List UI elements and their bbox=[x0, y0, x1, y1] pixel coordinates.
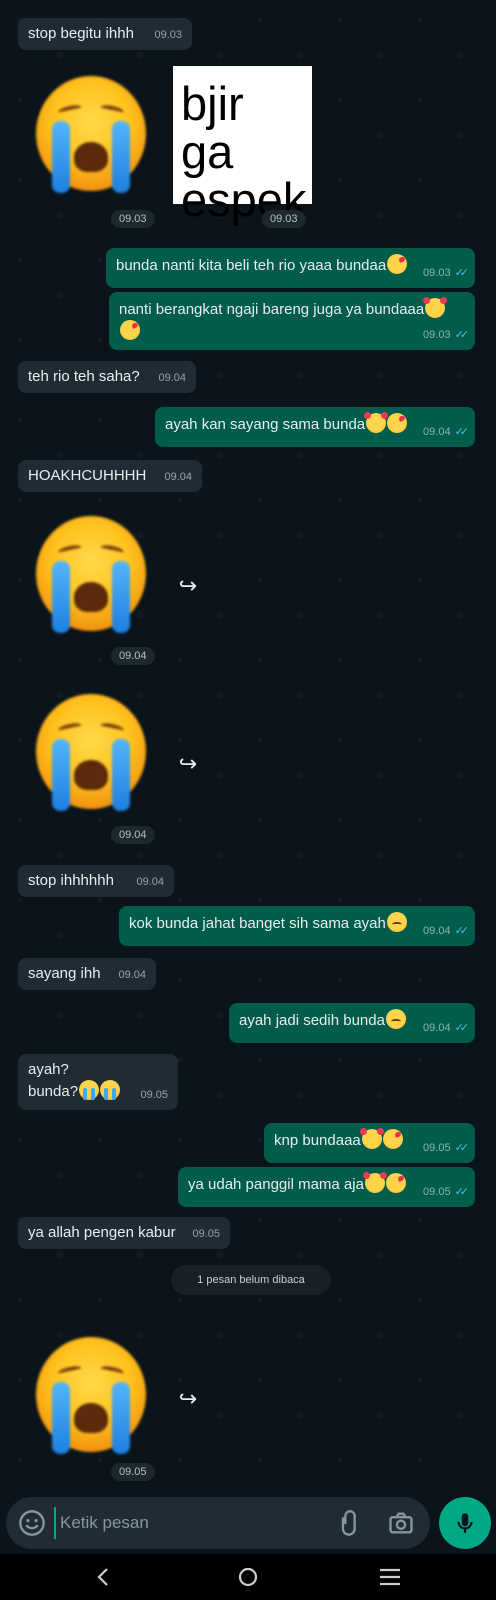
message-time: 09.04 bbox=[111, 826, 155, 844]
message-time: 09.04 bbox=[118, 969, 146, 981]
double-check-icon: ✓✓ bbox=[454, 925, 470, 937]
message-incoming[interactable]: stop ihhhhhh 09.04 bbox=[18, 865, 174, 897]
double-check-icon: ✓✓ bbox=[454, 1186, 470, 1198]
message-incoming[interactable]: sayang ihh 09.04 bbox=[18, 958, 156, 990]
message-time: 09.04 bbox=[423, 426, 451, 438]
message-time: 09.04 bbox=[111, 647, 155, 665]
message-time: 09.05 bbox=[192, 1228, 220, 1240]
forward-arrow-icon[interactable]: ↪ bbox=[173, 749, 203, 779]
emoji-icon[interactable] bbox=[18, 1509, 46, 1537]
message-time: 09.04 bbox=[136, 876, 164, 888]
message-time: 09.04 bbox=[423, 925, 451, 937]
kissing-emoji-icon bbox=[120, 320, 140, 340]
message-text: knp bundaaa bbox=[274, 1132, 361, 1149]
message-time: 09.04 bbox=[423, 1022, 451, 1034]
double-check-icon: ✓✓ bbox=[454, 1022, 470, 1034]
kissing-emoji-icon bbox=[387, 413, 408, 433]
message-outgoing[interactable]: kok bunda jahat banget sih sama ayah 09.… bbox=[119, 906, 475, 946]
message-incoming[interactable]: HOAKHCUHHHH 09.04 bbox=[18, 460, 202, 492]
message-text: teh rio teh saha? bbox=[28, 368, 140, 385]
home-icon[interactable] bbox=[233, 1564, 263, 1590]
paperclip-icon[interactable] bbox=[336, 1509, 364, 1537]
message-time: 09.05 bbox=[423, 1186, 451, 1198]
message-text: stop begitu ihhh bbox=[28, 25, 134, 42]
back-icon[interactable] bbox=[89, 1564, 119, 1590]
message-outgoing[interactable]: bunda nanti kita beli teh rio yaaa bunda… bbox=[106, 248, 475, 288]
message-time: 09.04 bbox=[158, 372, 186, 384]
message-time: 09.03 bbox=[423, 329, 451, 341]
message-text-line: ayah? bbox=[28, 1061, 69, 1078]
double-check-icon: ✓✓ bbox=[454, 1142, 470, 1154]
message-text: stop ihhhhhh bbox=[28, 872, 114, 889]
crying-emoji-sticker[interactable] bbox=[36, 516, 146, 633]
sticker-line: bjir ga bbox=[181, 77, 244, 178]
crying-emoji-sticker[interactable] bbox=[36, 76, 146, 193]
crying-emoji-sticker[interactable] bbox=[36, 694, 146, 811]
message-incoming[interactable]: ya allah pengen kabur 09.05 bbox=[18, 1217, 230, 1249]
double-check-icon: ✓✓ bbox=[454, 426, 470, 438]
message-time: 09.03 bbox=[111, 210, 155, 228]
text-sticker[interactable]: bjir ga espek bbox=[173, 66, 312, 224]
microphone-button[interactable] bbox=[439, 1497, 491, 1549]
message-composer bbox=[6, 1497, 430, 1549]
message-time: 09.05 bbox=[423, 1142, 451, 1154]
smiling-hearts-emoji-icon bbox=[359, 1128, 384, 1149]
smiling-hearts-emoji-icon bbox=[364, 412, 389, 433]
kissing-emoji-icon bbox=[387, 254, 408, 274]
message-text: kok bunda jahat banget sih sama ayah bbox=[129, 915, 386, 932]
message-time: 09.03 bbox=[262, 210, 306, 228]
forward-arrow-icon[interactable]: ↪ bbox=[173, 1384, 203, 1414]
message-outgoing[interactable]: ya udah panggil mama aja 09.05 ✓✓ bbox=[178, 1167, 475, 1207]
message-text: ya allah pengen kabur bbox=[28, 1224, 176, 1241]
chat-area[interactable]: stop begitu ihhh 09.03 09.03 bjir ga esp… bbox=[0, 0, 496, 1488]
pensive-emoji-icon bbox=[386, 912, 407, 932]
pensive-emoji-icon bbox=[385, 1009, 406, 1029]
message-text: HOAKHCUHHHH bbox=[28, 467, 147, 484]
message-time: 09.03 bbox=[423, 267, 451, 279]
camera-icon[interactable] bbox=[387, 1509, 415, 1537]
message-time: 09.05 bbox=[140, 1089, 168, 1101]
crying-emoji-icon bbox=[100, 1080, 121, 1100]
system-navigation-bar bbox=[0, 1554, 496, 1600]
message-text: bunda nanti kita beli teh rio yaaa bunda… bbox=[116, 257, 387, 274]
microphone-icon bbox=[457, 1513, 473, 1533]
forward-arrow-icon[interactable]: ↪ bbox=[173, 571, 203, 601]
message-outgoing[interactable]: ayah kan sayang sama bunda 09.04 ✓✓ bbox=[155, 407, 475, 447]
message-text: sayang ihh bbox=[28, 965, 101, 982]
message-outgoing[interactable]: nanti berangkat ngaji bareng juga ya bun… bbox=[109, 292, 475, 350]
message-incoming[interactable]: stop begitu ihhh 09.03 bbox=[18, 18, 192, 50]
message-text: ya udah panggil mama aja bbox=[188, 1176, 364, 1193]
message-time: 09.04 bbox=[164, 471, 192, 483]
unread-messages-banner: 1 pesan belum dibaca bbox=[171, 1265, 331, 1295]
message-outgoing[interactable]: knp bundaaa 09.05 ✓✓ bbox=[264, 1123, 475, 1163]
crying-emoji-icon bbox=[79, 1080, 100, 1100]
message-outgoing[interactable]: ayah jadi sedih bunda 09.04 ✓✓ bbox=[229, 1003, 475, 1043]
message-incoming[interactable]: teh rio teh saha? 09.04 bbox=[18, 361, 196, 393]
message-text-line: bunda? bbox=[28, 1083, 79, 1100]
message-text: nanti berangkat ngaji bareng juga ya bun… bbox=[119, 301, 425, 318]
message-incoming[interactable]: ayah? bunda? 09.05 bbox=[18, 1054, 178, 1110]
kissing-emoji-icon bbox=[382, 1129, 403, 1149]
crying-emoji-sticker[interactable] bbox=[36, 1337, 146, 1454]
message-time: 09.05 bbox=[111, 1463, 155, 1481]
double-check-icon: ✓✓ bbox=[454, 267, 470, 279]
smiling-hearts-emoji-icon bbox=[362, 1172, 387, 1193]
double-check-icon: ✓✓ bbox=[454, 329, 470, 341]
message-time: 09.03 bbox=[154, 29, 182, 41]
message-text: ayah kan sayang sama bunda bbox=[165, 416, 366, 433]
message-input[interactable] bbox=[54, 1507, 324, 1539]
smiling-hearts-emoji-icon bbox=[423, 297, 448, 318]
kissing-emoji-icon bbox=[385, 1173, 406, 1193]
recent-apps-icon[interactable] bbox=[375, 1564, 405, 1590]
message-text: ayah jadi sedih bunda bbox=[239, 1012, 385, 1029]
